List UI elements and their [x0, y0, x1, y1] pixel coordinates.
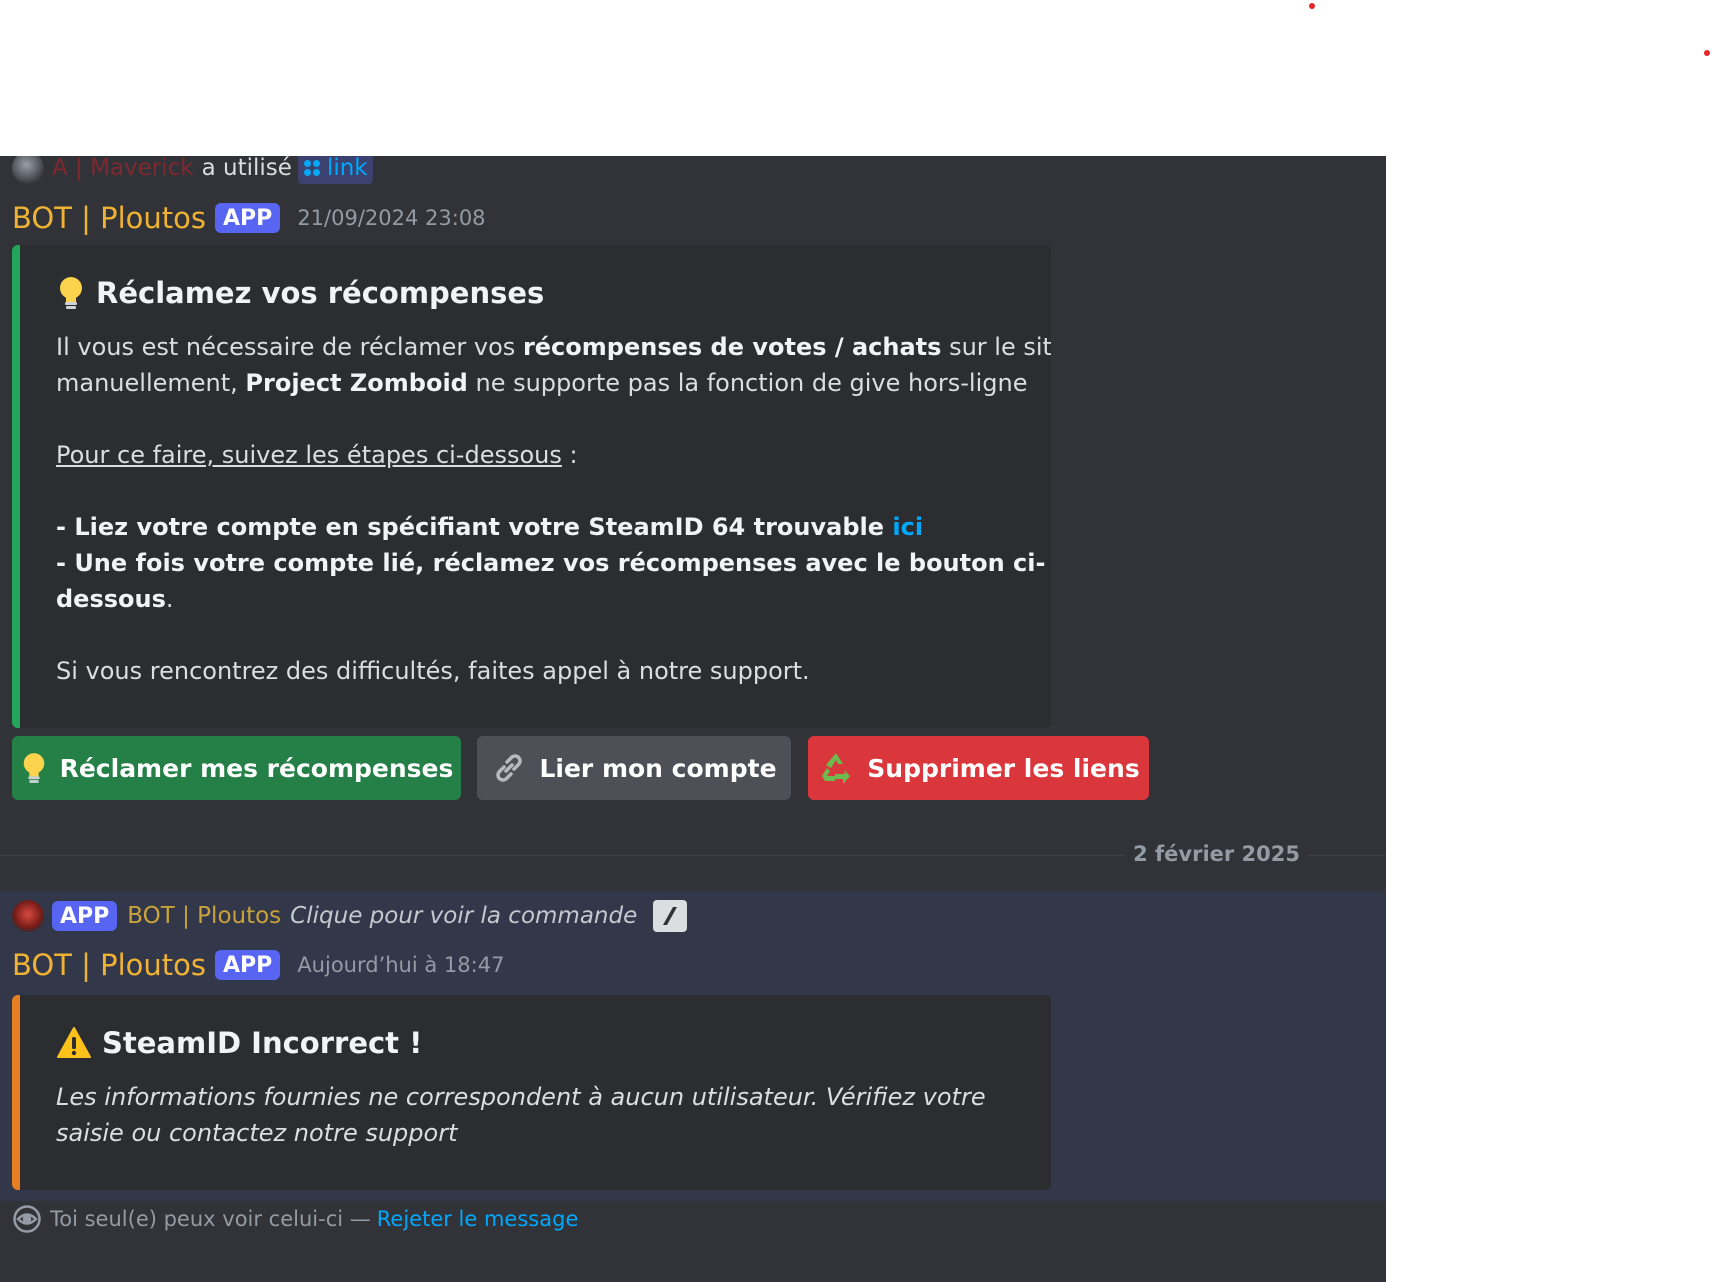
message-header: BOT | Ploutos APP 21/09/2024 23:08: [12, 198, 486, 238]
app-badge: APP: [52, 901, 118, 931]
steamid-link[interactable]: ici: [892, 513, 923, 541]
button-label: Supprimer les liens: [867, 753, 1140, 783]
text-span: :: [561, 441, 578, 469]
embed-text-line: Il vous est nécessaire de réclamer vos r…: [56, 333, 1051, 361]
embed-step-2: - Une fois votre compte lié, réclamez vo…: [56, 549, 1045, 577]
message-header: BOT | Ploutos APP Aujourd’hui à 18:47: [12, 945, 504, 985]
text-span: - Liez votre compte en spécifiant votre …: [56, 513, 893, 541]
bot-avatar[interactable]: [12, 900, 44, 932]
slash-command-icon: [653, 900, 688, 932]
embed-accent-bar: [12, 995, 20, 1190]
author-name[interactable]: BOT | Ploutos: [12, 201, 206, 235]
text-span: manuellement,: [56, 369, 246, 397]
recycle-icon: [817, 750, 855, 786]
date-divider-label: 2 février 2025: [1125, 842, 1308, 866]
reply-username[interactable]: A | Maverick: [52, 156, 194, 181]
reply-action: a utilisé: [201, 156, 292, 181]
embed-title-text: Réclamez vos récompenses: [96, 276, 545, 310]
reply-username[interactable]: BOT | Ploutos: [127, 903, 281, 929]
timestamp[interactable]: Aujourd’hui à 18:47: [297, 953, 504, 977]
app-badge: APP: [215, 203, 281, 233]
link-icon: [491, 750, 527, 786]
ephemeral-notice: Toi seul(e) peux voir celui-ci — Rejeter…: [12, 1204, 578, 1234]
text-span: Il vous est nécessaire de réclamer vos: [56, 333, 523, 361]
embed-footer-text: Si vous rencontrez des difficultés, fait…: [56, 657, 810, 685]
app-badge: APP: [215, 950, 281, 980]
embed-steps-heading: Pour ce faire, suivez les étapes ci-dess…: [56, 441, 578, 469]
text-span: ne supporte pas la fonction de give hors…: [467, 369, 1028, 397]
embed-text-line: Les informations fournies ne corresponde…: [56, 1083, 986, 1111]
embed-title: SteamID Incorrect !: [56, 1021, 422, 1065]
command-mention[interactable]: link: [297, 156, 373, 184]
slash-command-icon: [303, 159, 321, 177]
embed-step-2-cont: dessous.: [56, 585, 174, 613]
author-name[interactable]: BOT | Ploutos: [12, 948, 206, 982]
command-name: link: [326, 156, 368, 181]
warning-icon: [56, 1026, 92, 1060]
bold-span: Project Zomboid: [245, 369, 468, 397]
embed-text-line: manuellement, Project Zomboid ne support…: [56, 369, 1027, 397]
embed-accent-bar: [12, 245, 20, 728]
embed-title-text: SteamID Incorrect !: [102, 1026, 423, 1060]
embed-rewards: Réclamez vos récompenses Il vous est néc…: [12, 245, 1051, 728]
dismiss-message-link[interactable]: Rejeter le message: [377, 1207, 579, 1231]
text-span: .: [165, 585, 174, 613]
timestamp[interactable]: 21/09/2024 23:08: [297, 206, 485, 230]
embed-title: Réclamez vos récompenses: [56, 271, 544, 315]
embed-error: SteamID Incorrect ! Les informations fou…: [12, 995, 1051, 1190]
reply-line[interactable]: A | Maverick a utilisé link: [12, 156, 373, 186]
link-account-button[interactable]: Lier mon compte: [477, 736, 791, 800]
embed-text-line: saisie ou contactez notre support: [56, 1119, 458, 1147]
ephemeral-text: Toi seul(e) peux voir celui-ci —: [50, 1207, 371, 1231]
claim-rewards-button[interactable]: Réclamer mes récompenses: [12, 736, 461, 800]
reply-action[interactable]: Clique pour voir la commande: [290, 903, 637, 929]
user-avatar[interactable]: [12, 156, 44, 184]
eye-icon: [12, 1204, 42, 1234]
button-label: Réclamer mes récompenses: [59, 753, 454, 783]
red-dot: [1309, 3, 1315, 9]
embed-step-1: - Liez votre compte en spécifiant votre …: [56, 513, 923, 541]
button-label: Lier mon compte: [539, 753, 777, 783]
underlined-heading: Pour ce faire, suivez les étapes ci-dess…: [56, 441, 562, 469]
text-span: sur le site: [949, 333, 1051, 361]
delete-links-button[interactable]: Supprimer les liens: [808, 736, 1149, 800]
lightbulb-icon: [20, 750, 48, 786]
red-dot: [1704, 50, 1710, 56]
chat-panel: A | Maverick a utilisé link BOT | Plouto…: [0, 156, 1386, 1282]
reply-line[interactable]: APP BOT | Ploutos Clique pour voir la co…: [12, 898, 688, 934]
bold-span: dessous: [56, 585, 166, 613]
text-span: - Une fois votre compte lié, réclamez vo…: [56, 549, 1046, 577]
lightbulb-icon: [56, 275, 86, 311]
bold-span: récompenses de votes / achats: [522, 333, 942, 361]
